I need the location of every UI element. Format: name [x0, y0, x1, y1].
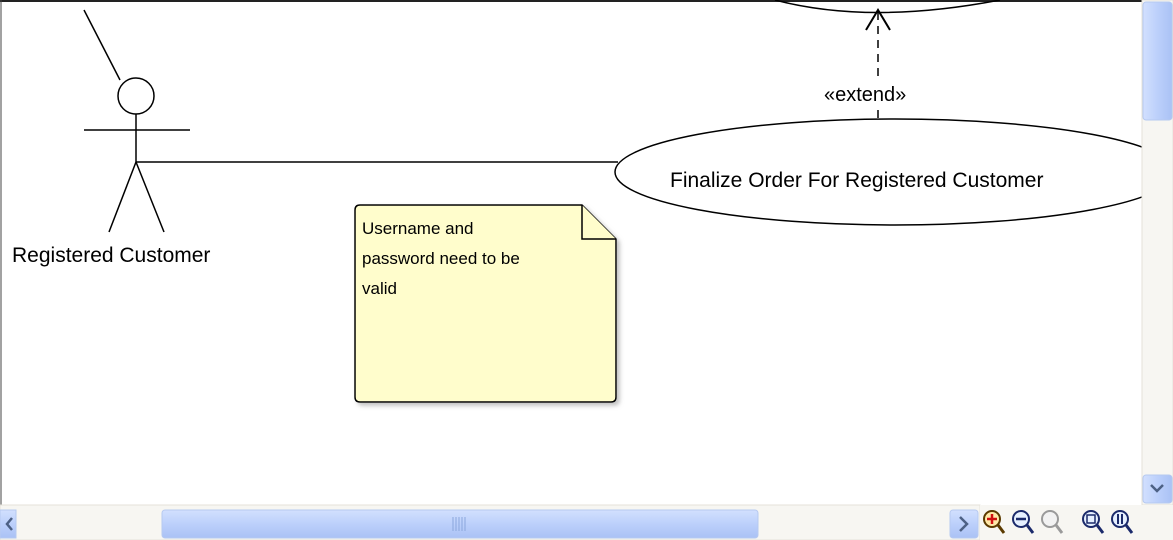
actor-label: Registered Customer	[12, 244, 210, 267]
note-line-3: valid	[362, 279, 397, 298]
scroll-right-button[interactable]	[949, 509, 979, 539]
use-case-label: Finalize Order For Registered Customer	[670, 169, 1043, 192]
actor-head	[117, 77, 155, 115]
diagram-canvas[interactable]: Registered Customer «extend» Finalize Or…	[0, 0, 1173, 540]
vertical-scrollbar[interactable]	[1141, 0, 1173, 506]
note-line-1: Username and	[362, 219, 474, 238]
use-case-finalize-order[interactable]: Finalize Order For Registered Customer	[614, 118, 1173, 226]
note-line-2: password need to be	[362, 249, 520, 268]
horizontal-scrollbar[interactable]	[0, 504, 981, 540]
diagram-window: Registered Customer «extend» Finalize Or…	[0, 0, 1173, 540]
scroll-left-button[interactable]	[0, 509, 17, 539]
scroll-down-button[interactable]	[1142, 474, 1173, 504]
horizontal-scrollbar-thumb[interactable]	[161, 509, 759, 539]
extend-label: «extend»	[824, 84, 906, 106]
vertical-scrollbar-thumb[interactable]	[1142, 1, 1173, 121]
